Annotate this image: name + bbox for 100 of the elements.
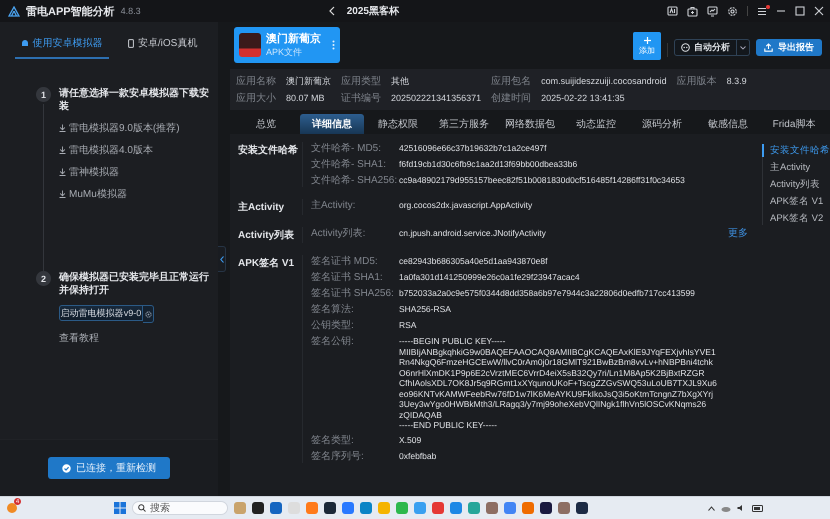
auto-analyze-button[interactable]: 自动分析 [674, 39, 737, 56]
info-label: 应用大小 [236, 92, 276, 105]
field-label: 签名证书 MD5: [311, 255, 379, 268]
info-value: 202502221341356371 [391, 93, 482, 103]
field-label: 签名证书 SHA256: [311, 287, 395, 300]
tab[interactable]: 敏感信息 [696, 114, 760, 134]
section-nav-link[interactable]: 主Activity [762, 161, 830, 174]
field-label: 文件哈希- SHA256: [311, 174, 398, 187]
download-link[interactable]: 雷电模拟器9.0版本(推荐) [59, 121, 210, 135]
tab[interactable]: 静态权限 [366, 114, 430, 134]
field-label: 签名算法: [311, 303, 355, 316]
gear-icon [144, 310, 152, 318]
settings-icon[interactable] [727, 6, 738, 16]
info-value: 澳门新葡京 [286, 74, 331, 88]
upload-icon [764, 43, 773, 52]
close-icon[interactable] [814, 6, 824, 16]
app-name: 澳门新葡京 [266, 32, 322, 46]
info-label: 应用版本 [676, 74, 717, 88]
section-nav-link[interactable]: 安装文件哈希 [762, 144, 830, 157]
field-label: 签名类型: [311, 434, 355, 446]
download-icon [59, 168, 66, 176]
triangle-logo-icon [8, 6, 20, 16]
info-value: 2025-02-22 13:41:35 [541, 93, 626, 103]
download-icon [59, 190, 66, 198]
section-title: 主Activity [238, 200, 286, 215]
info-label: 应用包名 [491, 74, 532, 88]
tab[interactable]: 源码分析 [630, 114, 694, 134]
mode-tab[interactable]: 安卓/iOS真机 [122, 32, 204, 59]
export-report-button[interactable]: 导出报告 [756, 39, 822, 56]
tutorial-link[interactable]: 查看教程 [59, 331, 210, 345]
field-value: f6fd19cb1d30c6fb9c1aa2d13f69bb00dbea33b6 [399, 158, 578, 171]
battery-icon[interactable] [752, 504, 764, 512]
download-icon [59, 146, 66, 154]
tab[interactable]: 第三方服务 [432, 114, 496, 134]
tab[interactable]: 总览 [234, 114, 298, 134]
taskbar-app-icon[interactable] [324, 502, 336, 514]
section-nav-link[interactable]: Activity列表 [762, 178, 830, 191]
taskbar-app-icon[interactable] [576, 502, 588, 514]
taskbar-app-icon[interactable] [540, 502, 552, 514]
collapse-handle[interactable] [218, 246, 226, 272]
step-text: 请任意选择一款安卓模拟器下载安装 [59, 87, 210, 113]
info-value: 80.07 MB [286, 93, 326, 103]
step-text: 确保模拟器已安装完毕且正常运行并保持打开 [59, 271, 210, 297]
windows-logo-icon[interactable] [114, 502, 126, 514]
launch-emulator-button[interactable]: 启动雷电模拟器v9-0 [59, 305, 143, 321]
maximize-icon[interactable] [795, 6, 805, 16]
section-nav-link[interactable]: APK签名 V1 [762, 195, 830, 208]
version-label: 4.8.3 [120, 6, 141, 16]
dropdown-button[interactable] [737, 39, 750, 56]
info-value: com.suijideszzuiji.cocosandroid [541, 76, 667, 86]
kebab-menu-icon[interactable] [332, 40, 335, 50]
info-label: 证书编号 [341, 92, 381, 105]
more-link[interactable]: 更多 [728, 227, 748, 240]
back-icon[interactable] [328, 6, 335, 16]
monitor-icon[interactable] [707, 6, 718, 16]
section-nav-link[interactable]: APK签名 V2 [762, 212, 830, 225]
taskbar-search-field[interactable]: 搜索 [132, 501, 228, 515]
section-title: APK签名 V1 [238, 256, 296, 271]
section-title: 安装文件哈希 [238, 143, 299, 158]
project-title: 2025黑客杯 [346, 4, 399, 18]
field-value: 42516096e66c37b19632b7c1a2ce497f [399, 142, 548, 155]
menu-icon[interactable] [757, 6, 767, 16]
field-label: 主Activity: [311, 199, 356, 212]
chevron-left-icon [220, 256, 224, 262]
download-link[interactable]: 雷神模拟器 [59, 165, 210, 179]
toolbox-icon[interactable] [687, 6, 698, 16]
field-label: 公钥类型: [311, 319, 355, 332]
mode-tab[interactable]: 使用安卓模拟器 [14, 32, 109, 59]
recheck-button[interactable]: 已连接，重新检测 [48, 457, 170, 479]
app-icon [239, 33, 261, 57]
field-label: Activity列表: [311, 227, 366, 240]
info-label: 应用类型 [341, 74, 381, 88]
chevron-up-icon[interactable] [708, 506, 715, 510]
emulator-settings-button[interactable] [143, 305, 154, 323]
tab[interactable]: 详细信息 [300, 114, 364, 134]
field-value: ce82943b686305a40e5d1aa943870e8f [399, 255, 548, 268]
field-label: 签名序列号: [311, 450, 365, 462]
ai-icon[interactable] [667, 6, 678, 16]
field-value: 0xfebfbab [399, 450, 438, 462]
field-label: 签名证书 SHA1: [311, 271, 384, 284]
plus-icon [644, 36, 650, 44]
info-label: 创建时间 [491, 92, 532, 105]
field-value: X.509 [399, 434, 422, 446]
info-value: 8.3.9 [726, 76, 747, 86]
field-value: -----BEGIN PUBLIC KEY----- MIIBIjANBgkqhkiG9w0BAQEFAAOCAQ8AMIIBCgKCAQEAxKlE9JYqFEXjvhIsYVE1 Rn4NkgQ6FmzeHGCEwW/llvC0rAm0j0r18GMlT921BwBzBm8vvLv+hNBPBni4tchk O6nrHlXmDK1P9p6E2cVrztMEC6VrrD4eiX5sB32Qy7ri/Ln1M8Ap5K2BjBxtRZGR CfhIAolsXDL7OK8Jr5q9RGmt1xXYqunoUKoF+TscgZZGvSWQ53uLoUB7TXJL9Xu6 eo96KNTvKAMWFeebRw76fD1w7lK6MeAYKU9FkIkoJsQ3i5oKtmTcngnZ7bXgXYrj 3Uey3wYgo0HWBkMth3/LRagq3/y7mj99oheXebVQlINgk1flhVn5lOSCvKNqms26 zQIDAQAB -----END PUBLIC KEY----- [399, 335, 718, 430]
field-value: b752033a2a0c9e575f0344d8dd358a6b97e7944c3a22806d0edfb717cc413599 [399, 287, 696, 300]
field-value: org.cocos2dx.javascript.AppActivity [399, 199, 534, 212]
download-icon [59, 124, 66, 132]
field-value: cn.jpush.android.service.JNotifyActivity [399, 227, 547, 240]
tab[interactable]: Frida脚本 [762, 114, 826, 134]
download-link[interactable]: MuMu模拟器 [59, 187, 210, 201]
tab[interactable]: 动态监控 [564, 114, 628, 134]
caret-icon [740, 46, 746, 50]
taskbar-app-icon[interactable] [252, 502, 264, 514]
tab[interactable]: 网络数据包 [498, 114, 562, 134]
field-label: 签名公钥: [311, 335, 355, 348]
field-value: SHA256-RSA [399, 303, 452, 316]
field-value: 1a0fa301d141250999e26c0a1fe29f23947acac4 [399, 271, 581, 284]
download-link[interactable]: 雷电模拟器4.0版本 [59, 143, 210, 157]
check-circle-icon [62, 464, 71, 472]
